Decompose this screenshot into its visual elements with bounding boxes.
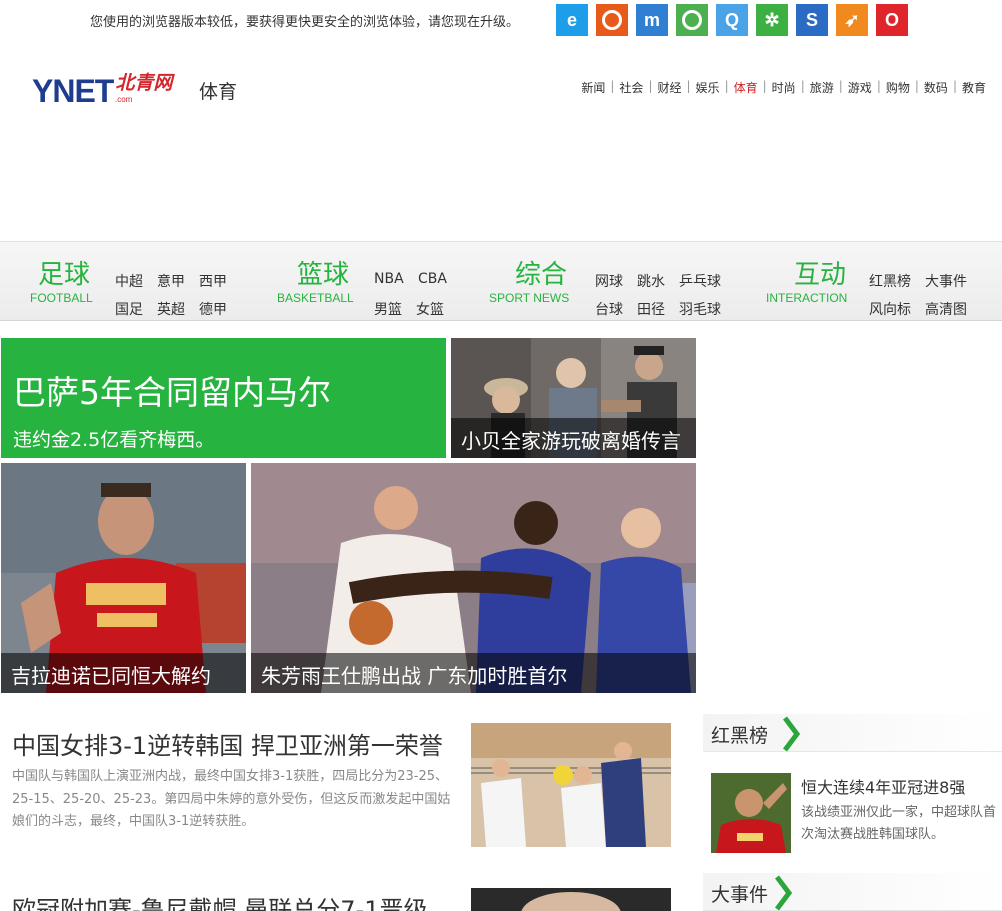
nav-item-fashion[interactable]: 时尚 bbox=[767, 79, 801, 96]
tile-caption: 朱芳雨王仕鹏出战 广东加时胜首尔 bbox=[251, 653, 696, 693]
nav-item-news[interactable]: 新闻 bbox=[576, 79, 610, 96]
nav-item-society[interactable]: 社会 bbox=[614, 79, 648, 96]
upgrade-notice: 您使用的浏览器版本较低，要获得更快更安全的浏览体验，请您现在升级。 bbox=[90, 15, 520, 30]
category-link[interactable]: 网球 bbox=[595, 271, 623, 291]
category-link[interactable]: 英超 bbox=[157, 299, 185, 319]
headline-subtitle: 违约金2.5亿看齐梅西。 bbox=[13, 429, 215, 451]
category-link[interactable]: 男篮 bbox=[374, 299, 402, 319]
category-link[interactable]: 西甲 bbox=[199, 271, 227, 291]
browser-icons: e m Q ✲ S ➶ O bbox=[556, 4, 908, 36]
category-link[interactable]: 大事件 bbox=[925, 271, 967, 291]
nav-item-travel[interactable]: 旅游 bbox=[805, 79, 839, 96]
nav-item-entertainment[interactable]: 娱乐 bbox=[691, 79, 725, 96]
article-title[interactable]: 中国女排3-1逆转韩国 捍卫亚洲第一荣誉 bbox=[12, 726, 443, 761]
chrome-icon[interactable] bbox=[676, 4, 708, 36]
evergrande-player-photo bbox=[711, 773, 791, 853]
category-subtitle-sports-news: SPORT NEWS bbox=[489, 291, 570, 305]
category-link[interactable]: 国足 bbox=[115, 299, 143, 319]
category-link[interactable]: 跳水 bbox=[637, 271, 665, 291]
nav-item-finance[interactable]: 财经 bbox=[652, 79, 686, 96]
category-subtitle-football: FOOTBALL bbox=[30, 291, 93, 305]
sidebar-item-desc: 该战绩亚洲仅此一家，中超球队首次淘汰赛战胜韩国球队。 bbox=[801, 805, 997, 842]
category-link[interactable]: 风向标 bbox=[869, 299, 911, 319]
category-link[interactable]: 红黑榜 bbox=[869, 271, 911, 291]
category-link[interactable]: 高清图 bbox=[925, 299, 967, 319]
category-nav: 足球 FOOTBALL 中超 意甲 西甲 国足 英超 德甲 篮球 BASKETB… bbox=[0, 241, 1002, 321]
logo-com-text: .com bbox=[115, 95, 133, 104]
firefox-icon[interactable] bbox=[596, 4, 628, 36]
sidebar-header-events: 大事件 bbox=[703, 873, 1002, 911]
logo-cn-text: 北青网 bbox=[115, 73, 173, 94]
category-title-football[interactable]: 足球 bbox=[38, 254, 90, 291]
nav-item-digital[interactable]: 数码 bbox=[919, 79, 953, 96]
sidebar-item-title[interactable]: 恒大连续4年亚冠进8强 bbox=[801, 774, 965, 798]
article-summary: 中国队与韩国队上演亚洲内战，最终中国女排3-1获胜，四局比分为23-25、25-… bbox=[12, 769, 451, 829]
sidebar-header-red-black: 红黑榜 bbox=[703, 714, 1002, 752]
category-title-basketball[interactable]: 篮球 bbox=[297, 254, 349, 291]
sidebar-title[interactable]: 大事件 bbox=[711, 880, 768, 907]
category-link[interactable]: CBA bbox=[418, 271, 447, 287]
category-link[interactable]: 台球 bbox=[595, 299, 623, 319]
maxthon-icon[interactable]: m bbox=[636, 4, 668, 36]
chevron-right-icon bbox=[783, 716, 801, 752]
category-link[interactable]: 中超 bbox=[115, 271, 143, 291]
category-link[interactable]: NBA bbox=[374, 271, 404, 287]
nav-item-shopping[interactable]: 购物 bbox=[881, 79, 915, 96]
category-link[interactable]: 羽毛球 bbox=[679, 299, 721, 319]
category-subtitle-interaction: INTERACTION bbox=[766, 291, 848, 305]
nav-item-education[interactable]: 教育 bbox=[957, 79, 991, 96]
category-link[interactable]: 德甲 bbox=[199, 299, 227, 319]
sidebar-title[interactable]: 红黑榜 bbox=[711, 721, 768, 748]
category-subtitle-basketball: BASKETBALL bbox=[277, 291, 354, 305]
ie-icon[interactable]: e bbox=[556, 4, 588, 36]
headline-tile[interactable]: 巴萨5年合同留内马尔 违约金2.5亿看齐梅西。 bbox=[1, 338, 446, 458]
category-title-sports-news[interactable]: 综合 bbox=[515, 254, 567, 291]
tile-caption: 吉拉迪诺已同恒大解约 bbox=[1, 653, 246, 693]
category-link[interactable]: 田径 bbox=[637, 299, 665, 319]
nav-item-sports[interactable]: 体育 bbox=[729, 79, 763, 96]
photo-tile-basketball[interactable]: 朱芳雨王仕鹏出战 广东加时胜首尔 bbox=[251, 463, 696, 693]
volleyball-photo bbox=[471, 723, 671, 847]
360-browser-icon[interactable]: ✲ bbox=[756, 4, 788, 36]
chevron-right-icon bbox=[775, 875, 793, 911]
sogou-browser-icon[interactable]: S bbox=[796, 4, 828, 36]
category-link[interactable]: 乒乓球 bbox=[679, 271, 721, 291]
article-image-man-utd[interactable] bbox=[471, 888, 671, 911]
nav-item-games[interactable]: 游戏 bbox=[843, 79, 877, 96]
top-nav: 新闻 | 社会 | 财经 | 娱乐 | 体育 | 时尚 | 旅游 | 游戏 | 购物 | 数码 | … bbox=[576, 79, 991, 96]
qq-browser-icon[interactable]: Q bbox=[716, 4, 748, 36]
rooney-photo bbox=[471, 888, 671, 911]
headline-title: 巴萨5年合同留内马尔 bbox=[13, 373, 331, 412]
article-image-volleyball[interactable] bbox=[471, 723, 671, 847]
cheetah-browser-icon[interactable]: ➶ bbox=[836, 4, 868, 36]
section-title: 体育 bbox=[199, 81, 238, 103]
ynet-logo[interactable]: YNET 北青网 .com bbox=[32, 68, 172, 107]
photo-tile-beckham[interactable]: 小贝全家游玩破离婚传言 bbox=[451, 338, 696, 458]
opera-icon[interactable]: O bbox=[876, 4, 908, 36]
tile-caption: 小贝全家游玩破离婚传言 bbox=[451, 418, 696, 458]
article-title[interactable]: 欧冠附加赛-鲁尼戴帽 曼联总分7-1晋级 bbox=[12, 890, 428, 911]
category-title-interaction[interactable]: 互动 bbox=[794, 254, 846, 291]
sidebar-image-evergrande[interactable] bbox=[711, 773, 791, 853]
category-link[interactable]: 女篮 bbox=[416, 299, 444, 319]
logo-text: YNET bbox=[32, 73, 114, 109]
category-link[interactable]: 意甲 bbox=[157, 271, 185, 291]
browser-upgrade-bar: 您使用的浏览器版本较低，要获得更快更安全的浏览体验，请您现在升级。 e m Q … bbox=[0, 0, 1002, 40]
photo-tile-gilardino[interactable]: 吉拉迪诺已同恒大解约 bbox=[1, 463, 246, 693]
